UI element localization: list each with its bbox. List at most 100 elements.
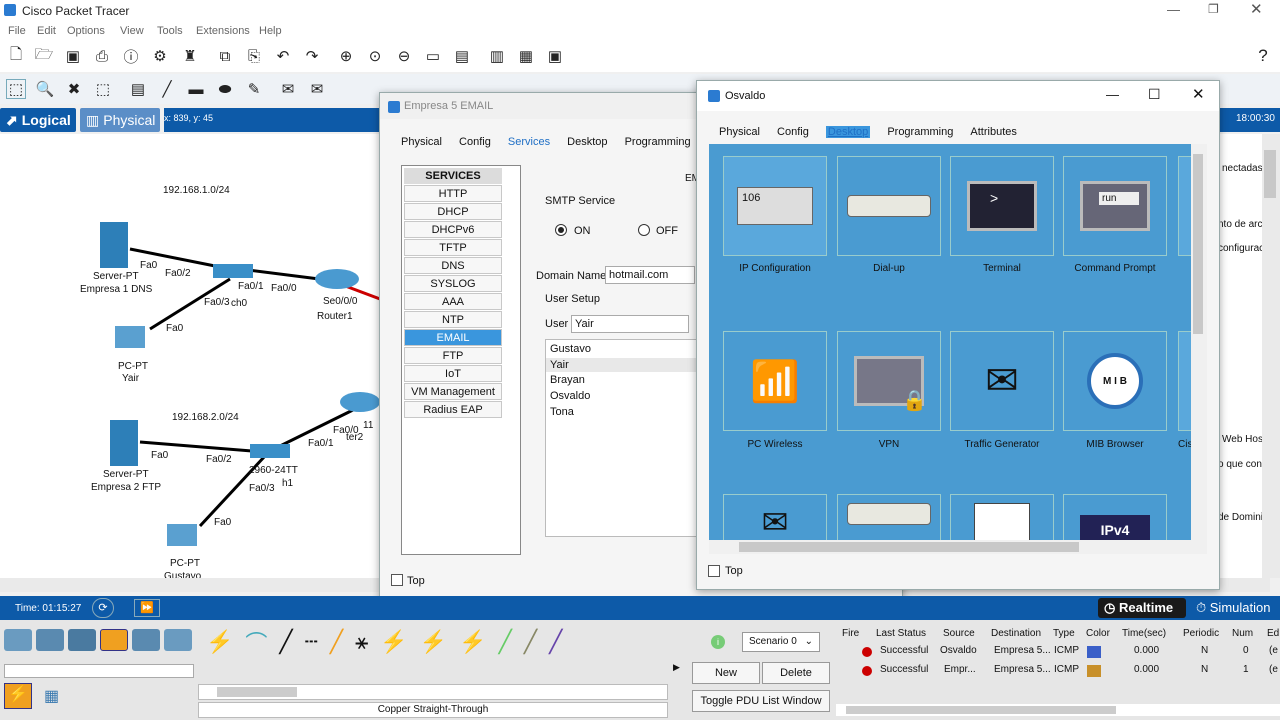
automatic-connection-icon[interactable]: ⚡ bbox=[206, 629, 233, 655]
tab-desktop[interactable]: Desktop bbox=[825, 126, 871, 138]
service-tftp[interactable]: TFTP bbox=[404, 239, 502, 256]
tab-physical[interactable]: Physical bbox=[719, 126, 760, 138]
tab-physical[interactable]: Physical bbox=[401, 136, 442, 148]
close-icon[interactable]: ✕ bbox=[1250, 0, 1263, 18]
user-input[interactable]: Yair bbox=[571, 315, 689, 333]
collapse-arrow-icon[interactable]: ▶ bbox=[673, 662, 680, 673]
ipv4-tile[interactable]: IPv4 bbox=[1063, 494, 1167, 540]
pdu-edit[interactable]: (e bbox=[1269, 664, 1278, 675]
minimize-icon[interactable]: — bbox=[1106, 87, 1119, 102]
pdu-icon[interactable]: ▦ bbox=[516, 46, 536, 66]
freeform-icon[interactable]: ✎ bbox=[244, 79, 264, 99]
user-list-item[interactable]: Osvaldo bbox=[546, 388, 699, 404]
top-checkbox[interactable] bbox=[391, 574, 403, 586]
pdu-row[interactable]: Successful Osvaldo Empresa 5... ICMP 0.0… bbox=[836, 645, 1280, 661]
close-icon[interactable]: ✕ bbox=[1192, 85, 1205, 103]
activity-wizard-icon[interactable]: ♜ bbox=[180, 46, 200, 66]
service-syslog[interactable]: SYSLOG bbox=[404, 275, 502, 292]
user-list-item[interactable]: Yair bbox=[546, 358, 699, 372]
menu-edit[interactable]: Edit bbox=[37, 25, 56, 37]
iot-cable-icon[interactable]: ╱ bbox=[524, 629, 537, 655]
network-devices-icon[interactable] bbox=[4, 629, 32, 651]
menu-help[interactable]: Help bbox=[259, 25, 282, 37]
tab-services[interactable]: Services bbox=[508, 136, 550, 148]
zoom-out-icon[interactable]: ⊖ bbox=[394, 46, 414, 66]
realtime-button[interactable]: ◷ Realtime bbox=[1098, 598, 1186, 618]
coaxial-icon[interactable]: ⚡ bbox=[380, 629, 407, 655]
add-simple-pdu-icon[interactable]: ✉ bbox=[278, 79, 298, 99]
zoom-reset-icon[interactable]: ⊙ bbox=[365, 46, 385, 66]
undo-icon[interactable]: ↶ bbox=[273, 46, 293, 66]
custom-devices-icon[interactable]: ▤ bbox=[452, 46, 472, 66]
pdu-row[interactable]: Successful Empr... Empresa 5... ICMP 0.0… bbox=[836, 664, 1280, 680]
service-vm-management[interactable]: VM Management bbox=[404, 383, 502, 400]
serial-dte-icon[interactable]: ⚡ bbox=[459, 629, 486, 655]
print-icon[interactable]: ⎙ bbox=[92, 46, 112, 66]
misc-icon[interactable] bbox=[132, 629, 160, 651]
service-ftp[interactable]: FTP bbox=[404, 347, 502, 364]
vertical-scrollbar-thumb[interactable] bbox=[1264, 150, 1276, 198]
paste-icon[interactable]: ⎘ bbox=[244, 46, 264, 66]
phone-cable-icon[interactable]: ⚹ bbox=[355, 629, 368, 655]
text-editor-tile[interactable] bbox=[950, 494, 1054, 540]
add-complex-pdu-icon[interactable]: ✉ bbox=[307, 79, 327, 99]
scenario-select[interactable]: Scenario 0 ⌄ bbox=[742, 632, 820, 652]
connections-icon[interactable] bbox=[100, 629, 128, 651]
service-http[interactable]: HTTP bbox=[404, 185, 502, 202]
pc-wireless-tile[interactable]: 📶 bbox=[723, 331, 827, 431]
menu-options[interactable]: Options bbox=[67, 25, 105, 37]
end-devices-icon[interactable] bbox=[36, 629, 64, 651]
domain-name-input[interactable]: hotmail.com bbox=[605, 266, 695, 284]
rectangle-icon[interactable]: ▬ bbox=[186, 79, 206, 99]
open-folder-icon[interactable]: 🗁 bbox=[34, 46, 54, 66]
ellipse-icon[interactable]: ⬬ bbox=[215, 79, 235, 99]
desktop-vertical-scrollbar[interactable] bbox=[1191, 144, 1207, 540]
fast-forward-button[interactable]: ⏩ bbox=[134, 599, 160, 617]
device-search-field[interactable] bbox=[4, 664, 194, 678]
service-dhcpv6[interactable]: DHCPv6 bbox=[404, 221, 502, 238]
service-aaa[interactable]: AAA bbox=[404, 293, 502, 310]
service-radius-eap[interactable]: Radius EAP bbox=[404, 401, 502, 418]
minimize-icon[interactable]: — bbox=[1167, 2, 1180, 17]
notes-icon[interactable]: ▥ bbox=[487, 46, 507, 66]
line-icon[interactable]: ╱ bbox=[157, 79, 177, 99]
select-icon[interactable]: ⬚ bbox=[6, 79, 26, 99]
drawing-palette-icon[interactable]: ▭ bbox=[423, 46, 443, 66]
connections-selected-icon[interactable]: ⚡ bbox=[4, 683, 32, 709]
service-iot[interactable]: IoT bbox=[404, 365, 502, 382]
help-icon[interactable]: ? bbox=[1253, 46, 1273, 66]
desktop-horizontal-scrollbar[interactable] bbox=[709, 540, 1207, 554]
menu-file[interactable]: File bbox=[8, 25, 26, 37]
redo-icon[interactable]: ↷ bbox=[302, 46, 322, 66]
email-tile[interactable]: ✉ bbox=[723, 494, 827, 540]
menu-view[interactable]: View bbox=[120, 25, 144, 37]
network-info-icon[interactable]: ⚙ bbox=[150, 46, 170, 66]
new-file-icon[interactable]: 🗋 bbox=[6, 46, 26, 66]
new-scenario-button[interactable]: New bbox=[692, 662, 760, 684]
dial-up-tile[interactable] bbox=[837, 156, 941, 256]
grid-icon[interactable]: ▦ bbox=[44, 686, 59, 706]
ip-configuration-tile[interactable]: 106 bbox=[723, 156, 827, 256]
fire-icon[interactable] bbox=[862, 666, 872, 676]
crossover-icon[interactable]: ┄ bbox=[305, 629, 318, 655]
simulation-button[interactable]: ⏱ Simulation bbox=[1196, 600, 1270, 616]
menu-extensions[interactable]: Extensions bbox=[196, 25, 250, 37]
pdu-horizontal-scrollbar[interactable] bbox=[836, 704, 1280, 716]
terminal-tile[interactable]: > bbox=[950, 156, 1054, 256]
octal-cable-icon[interactable]: ╱ bbox=[499, 629, 512, 655]
toggle-pdu-list-button[interactable]: Toggle PDU List Window bbox=[692, 690, 830, 712]
top-checkbox[interactable] bbox=[708, 565, 720, 577]
tab-logical[interactable]: ⬈ Logical bbox=[0, 108, 76, 132]
tab-programming[interactable]: Programming bbox=[887, 126, 953, 138]
search-icon[interactable]: 🔍 bbox=[35, 79, 55, 99]
delete-scenario-button[interactable]: Delete bbox=[762, 662, 830, 684]
resize-icon[interactable]: ⬚ bbox=[93, 79, 113, 99]
tab-desktop[interactable]: Desktop bbox=[567, 136, 607, 148]
command-prompt-tile[interactable]: run bbox=[1063, 156, 1167, 256]
fire-icon[interactable] bbox=[862, 647, 872, 657]
console-cable-icon[interactable]: ⌒ bbox=[245, 626, 267, 658]
cable-scrollbar[interactable] bbox=[198, 684, 668, 700]
multiuser-icon[interactable] bbox=[164, 629, 192, 651]
user-list-item[interactable]: Tona bbox=[546, 404, 699, 420]
service-dns[interactable]: DNS bbox=[404, 257, 502, 274]
